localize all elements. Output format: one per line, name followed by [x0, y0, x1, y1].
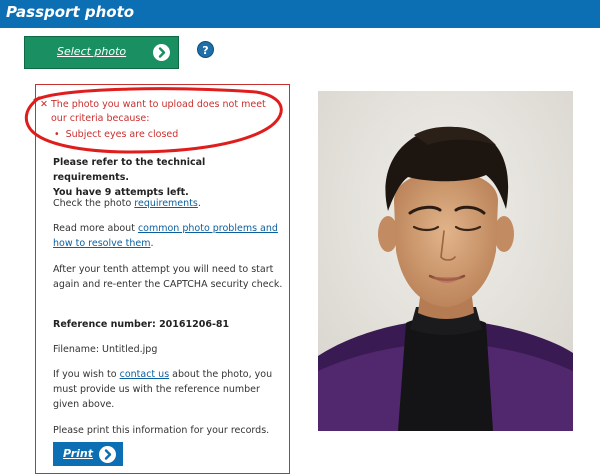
- print-label: Print: [63, 447, 94, 460]
- passport-photo: [318, 91, 573, 431]
- tenth-attempt-text: After your tenth attempt you will need t…: [53, 264, 283, 290]
- contact-text: If you wish to contact us about the phot…: [53, 367, 283, 412]
- page-title: Passport photo: [6, 3, 135, 21]
- filename-text: Filename: Untitled.jpg: [53, 344, 158, 355]
- contact-us-link[interactable]: contact us: [120, 369, 170, 380]
- error-reason-item: Subject eyes are closed: [54, 128, 274, 142]
- requirements-link[interactable]: requirements: [134, 198, 198, 209]
- select-photo-label: Select photo: [57, 45, 127, 58]
- check-prefix: Check the photo: [53, 198, 135, 209]
- help-question-icon[interactable]: ?: [197, 41, 214, 58]
- read-more-text: Read more about common photo problems an…: [53, 221, 283, 251]
- chevron-right-icon: [99, 446, 116, 463]
- refer-line: Please refer to the technical requiremen…: [53, 157, 206, 183]
- print-button[interactable]: Print: [53, 442, 123, 466]
- error-reasons: Subject eyes are closed: [54, 128, 274, 142]
- error-text: The photo you want to upload does not me…: [51, 99, 266, 124]
- check-suffix: .: [197, 198, 201, 209]
- upload-result-panel: ✕ The photo you want to upload does not …: [35, 84, 290, 474]
- readmore-suffix: .: [150, 238, 154, 249]
- print-note: Please print this information for your r…: [53, 425, 270, 436]
- refer-text: Please refer to the technical requiremen…: [53, 155, 283, 200]
- reference-number: Reference number: 20161206-81: [53, 319, 230, 330]
- close-icon: ✕: [40, 99, 48, 110]
- readmore-prefix: Read more about: [53, 223, 138, 234]
- select-photo-button[interactable]: Select photo: [24, 36, 179, 69]
- contact-prefix: If you wish to: [53, 369, 120, 380]
- check-requirements-text: Check the photo requirements.: [53, 196, 283, 211]
- page-header: Passport photo: [0, 0, 600, 28]
- chevron-right-icon: [153, 44, 170, 61]
